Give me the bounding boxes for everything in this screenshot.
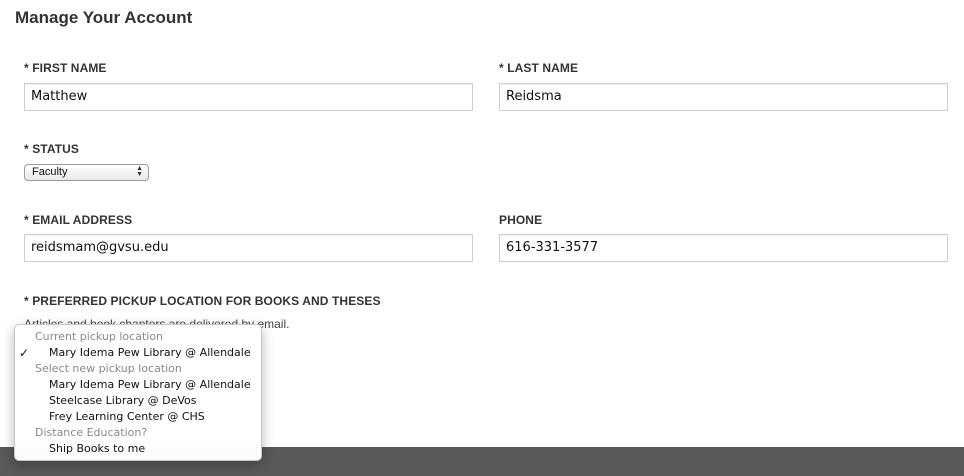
status-select[interactable]: Faculty ▲ ▼ [24,164,149,181]
menu-group-new: Select new pickup location [35,362,182,375]
email-label: * EMAIL ADDRESS [24,213,133,227]
pickup-location-label: * PREFERRED PICKUP LOCATION FOR BOOKS AN… [24,294,381,308]
checkmark-icon: ✓ [19,346,30,360]
menu-option-steelcase[interactable]: Steelcase Library @ DeVos [15,393,261,409]
menu-option-frey[interactable]: Frey Learning Center @ CHS [15,409,261,425]
pickup-location-menu[interactable]: Current pickup location ✓ Mary Idema Pew… [14,324,262,461]
menu-group-distance: Distance Education? [35,426,148,439]
menu-option-pew[interactable]: Mary Idema Pew Library @ Allendale [15,377,261,393]
first-name-field[interactable]: Matthew [24,83,473,111]
menu-group-current: Current pickup location [35,330,164,343]
last-name-label: * LAST NAME [499,61,579,75]
select-arrows-icon: ▲ ▼ [136,165,143,178]
status-label: * STATUS [24,142,80,156]
menu-option-current[interactable]: ✓ Mary Idema Pew Library @ Allendale [15,345,261,361]
manage-account-page: Manage Your Account * FIRST NAME Matthew… [0,0,964,476]
phone-field[interactable]: 616-331-3577 [499,234,948,262]
phone-label: PHONE [499,213,543,227]
page-title: Manage Your Account [15,8,193,27]
email-field[interactable]: reidsmam@gvsu.edu [24,234,473,262]
menu-option-ship[interactable]: Ship Books to me [15,441,261,457]
last-name-field[interactable]: Reidsma [499,83,948,111]
first-name-label: * FIRST NAME [24,61,107,75]
status-select-value: Faculty [32,166,68,178]
menu-option-label: Mary Idema Pew Library @ Allendale [49,346,251,359]
